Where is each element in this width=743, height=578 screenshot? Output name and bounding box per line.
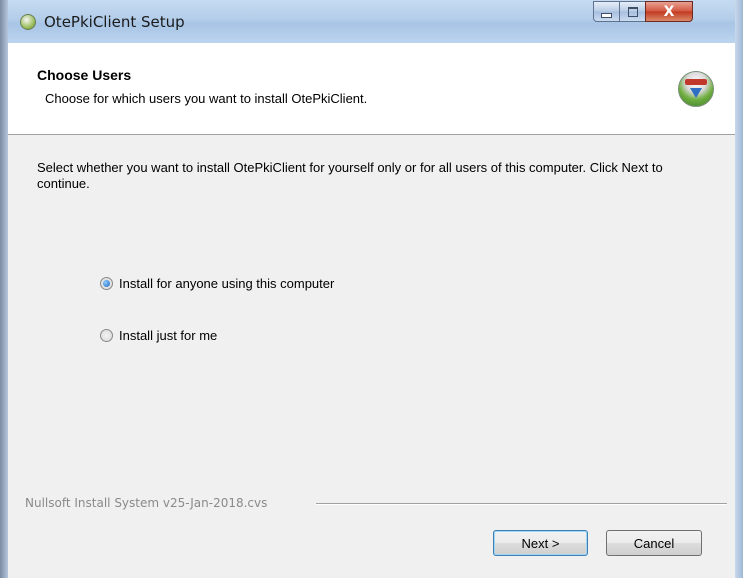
nsis-logo-icon [678, 71, 714, 107]
window-title: OtePkiClient Setup [44, 13, 185, 31]
close-icon: X [663, 3, 675, 20]
minimize-icon [601, 13, 612, 18]
footer-divider [316, 503, 727, 505]
cancel-button[interactable]: Cancel [606, 530, 702, 556]
option-label[interactable]: Install just for me [119, 328, 217, 343]
maximize-icon [627, 6, 638, 17]
branding-text: Nullsoft Install System v25-Jan-2018.cvs [25, 496, 268, 510]
page-subtitle: Choose for which users you want to insta… [45, 91, 368, 106]
maximize-button[interactable] [619, 1, 646, 22]
close-button[interactable]: X [645, 1, 693, 22]
download-arrow-icon [690, 88, 702, 98]
radio-button-selected[interactable] [100, 277, 113, 290]
installer-icon [20, 14, 36, 30]
page-title: Choose Users [37, 67, 132, 83]
right-window-edge [735, 0, 743, 578]
option-label[interactable]: Install for anyone using this computer [119, 276, 334, 291]
next-button[interactable]: Next > [493, 530, 588, 556]
logo-tag [685, 79, 707, 85]
instructions-text: Select whether you want to install OtePk… [37, 160, 663, 191]
page-header: Choose Users Choose for which users you … [8, 43, 735, 135]
title-bar[interactable]: OtePkiClient Setup X [8, 0, 743, 43]
minimize-button[interactable] [593, 1, 620, 22]
option-install-for-anyone[interactable]: Install for anyone using this computer [100, 276, 334, 291]
option-install-just-for-me[interactable]: Install just for me [100, 328, 217, 343]
radio-button[interactable] [100, 329, 113, 342]
left-window-edge [0, 0, 8, 578]
